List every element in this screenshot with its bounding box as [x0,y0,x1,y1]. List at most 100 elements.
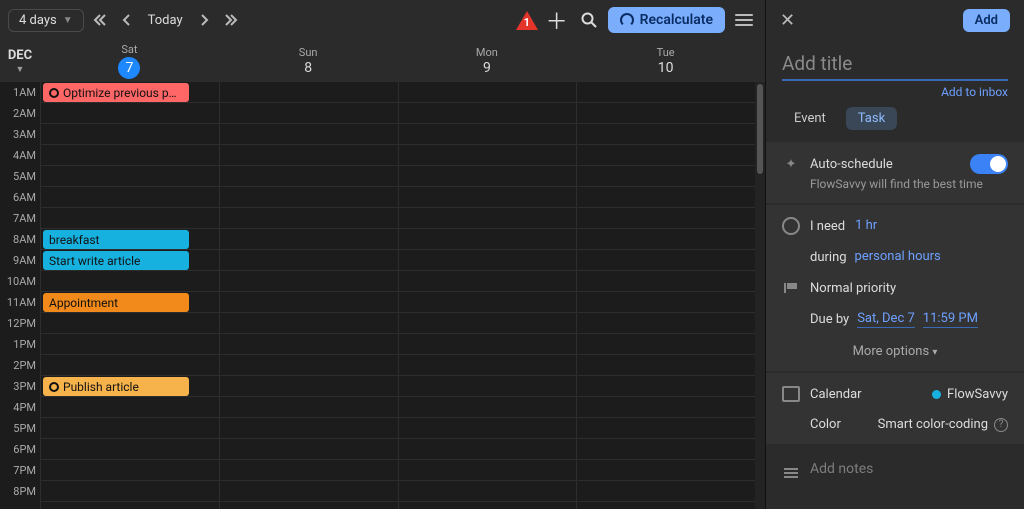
chevron-down-icon: ▼ [63,15,73,26]
priority-label[interactable]: Normal priority [810,281,896,296]
time-label: 3AM [0,124,40,145]
calendar-event[interactable]: Publish article [43,377,189,396]
time-label: 11AM [0,292,40,313]
refresh-icon [620,13,634,27]
sparkle-icon [782,155,800,173]
time-label: 8PM [0,481,40,502]
title-input[interactable]: Add title [782,50,1008,81]
due-label: Due by [810,312,849,327]
time-label: 2PM [0,355,40,376]
day-column[interactable] [398,82,577,509]
calendar-main: 4 days ▼ Today 1 ＋ [0,0,765,509]
nav-prev-icon[interactable] [116,7,136,33]
time-label: 10AM [0,271,40,292]
time-label: 12PM [0,313,40,334]
recalculate-button[interactable]: Recalculate [608,7,725,33]
calendar-event[interactable]: Appointment [43,293,189,312]
during-label: during [810,250,847,265]
day-header[interactable]: Tue10 [576,40,755,82]
day-number: 10 [658,60,674,76]
auto-schedule-toggle[interactable] [970,154,1008,174]
calendar-color-dot [932,390,941,399]
vertical-scrollbar[interactable] [755,82,765,509]
calendar-event[interactable]: breakfast [43,230,189,249]
due-time[interactable]: 11:59 PM [923,311,978,328]
notes-placeholder: Add notes [810,461,873,477]
day-number: 9 [483,60,491,76]
task-checkbox-icon[interactable] [49,88,59,98]
calendar-event[interactable]: Optimize previous p… [43,83,189,102]
time-label: 4PM [0,397,40,418]
time-label: 8AM [0,229,40,250]
scrollbar-thumb[interactable] [757,84,763,174]
add-button[interactable]: Add [963,9,1010,32]
day-column[interactable] [576,82,755,509]
day-header[interactable]: Sun8 [219,40,398,82]
day-column[interactable] [219,82,398,509]
close-icon[interactable]: ✕ [780,10,795,31]
auto-schedule-label: Auto-schedule [810,157,893,172]
day-columns[interactable]: Optimize previous p… breakfast Start write… [40,82,755,509]
menu-icon[interactable] [731,7,757,33]
day-name: Mon [476,46,498,59]
during-value[interactable]: personal hours [855,249,941,265]
nav-next-icon[interactable] [195,7,215,33]
time-label: 5PM [0,418,40,439]
event-title: Publish article [63,380,139,394]
color-label: Color [810,417,841,432]
event-title: Appointment [49,296,118,310]
nav-first-icon[interactable] [90,7,110,33]
calendar-event[interactable]: Start write article [43,251,189,270]
add-icon[interactable]: ＋ [544,7,570,33]
day-name: Sun [299,46,318,59]
time-label: 1PM [0,334,40,355]
more-options-toggle[interactable]: More options ▾ [782,340,1008,359]
range-dropdown[interactable]: 4 days ▼ [8,9,84,32]
range-label: 4 days [19,13,57,28]
time-label: 7AM [0,208,40,229]
time-gutter: 1AM2AM3AM4AM5AM6AM7AM8AM9AM10AM11AM12PM1… [0,82,40,509]
time-label: 9AM [0,250,40,271]
event-title: Optimize previous p… [63,86,177,100]
task-checkbox-icon[interactable] [49,382,59,392]
notes-input[interactable]: Add notes [766,446,1024,492]
notes-icon [782,460,800,478]
time-label: 5AM [0,166,40,187]
day-column[interactable]: Optimize previous p… breakfast Start write… [40,82,219,509]
day-number: 8 [304,60,312,76]
add-to-inbox-link[interactable]: Add to inbox [766,81,1024,107]
event-title: breakfast [49,233,99,247]
day-header[interactable]: Sat7 [40,40,219,82]
month-label: DEC [8,48,32,63]
help-icon[interactable]: ? [994,418,1008,432]
nav-last-icon[interactable] [221,7,241,33]
duration-value[interactable]: 1 hr [855,218,877,234]
flag-icon [782,279,800,297]
month-picker[interactable]: DEC ▼ [0,40,40,82]
clock-icon [782,217,800,235]
color-value[interactable]: Smart color-coding ? [878,417,1008,432]
time-label: 7PM [0,460,40,481]
due-date[interactable]: Sat, Dec 7 [857,311,915,328]
title-placeholder: Add title [782,52,852,75]
day-name: Sat [121,43,137,56]
alert-triangle-icon[interactable]: 1 [516,11,538,30]
calendar-value[interactable]: FlowSavvy [932,387,1008,402]
recalculate-label: Recalculate [640,12,713,28]
time-label: 4AM [0,145,40,166]
time-label: 2AM [0,103,40,124]
auto-schedule-desc: FlowSavvy will find the best time [810,177,1008,191]
today-button[interactable]: Today [142,11,189,30]
search-icon[interactable] [576,7,602,33]
day-number: 7 [118,57,140,79]
calendar-grid: 1AM2AM3AM4AM5AM6AM7AM8AM9AM10AM11AM12PM1… [0,82,765,509]
time-label: 1AM [0,82,40,103]
calendar-label: Calendar [810,387,862,402]
day-name: Tue [657,46,675,59]
day-header[interactable]: Mon9 [398,40,577,82]
top-toolbar: 4 days ▼ Today 1 ＋ [0,0,765,40]
chevron-down-icon: ▼ [16,64,25,75]
tab-event[interactable]: Event [782,107,838,130]
tab-task[interactable]: Task [846,107,897,130]
day-header-row: DEC ▼ Sat7Sun8Mon9Tue10 [0,40,765,82]
